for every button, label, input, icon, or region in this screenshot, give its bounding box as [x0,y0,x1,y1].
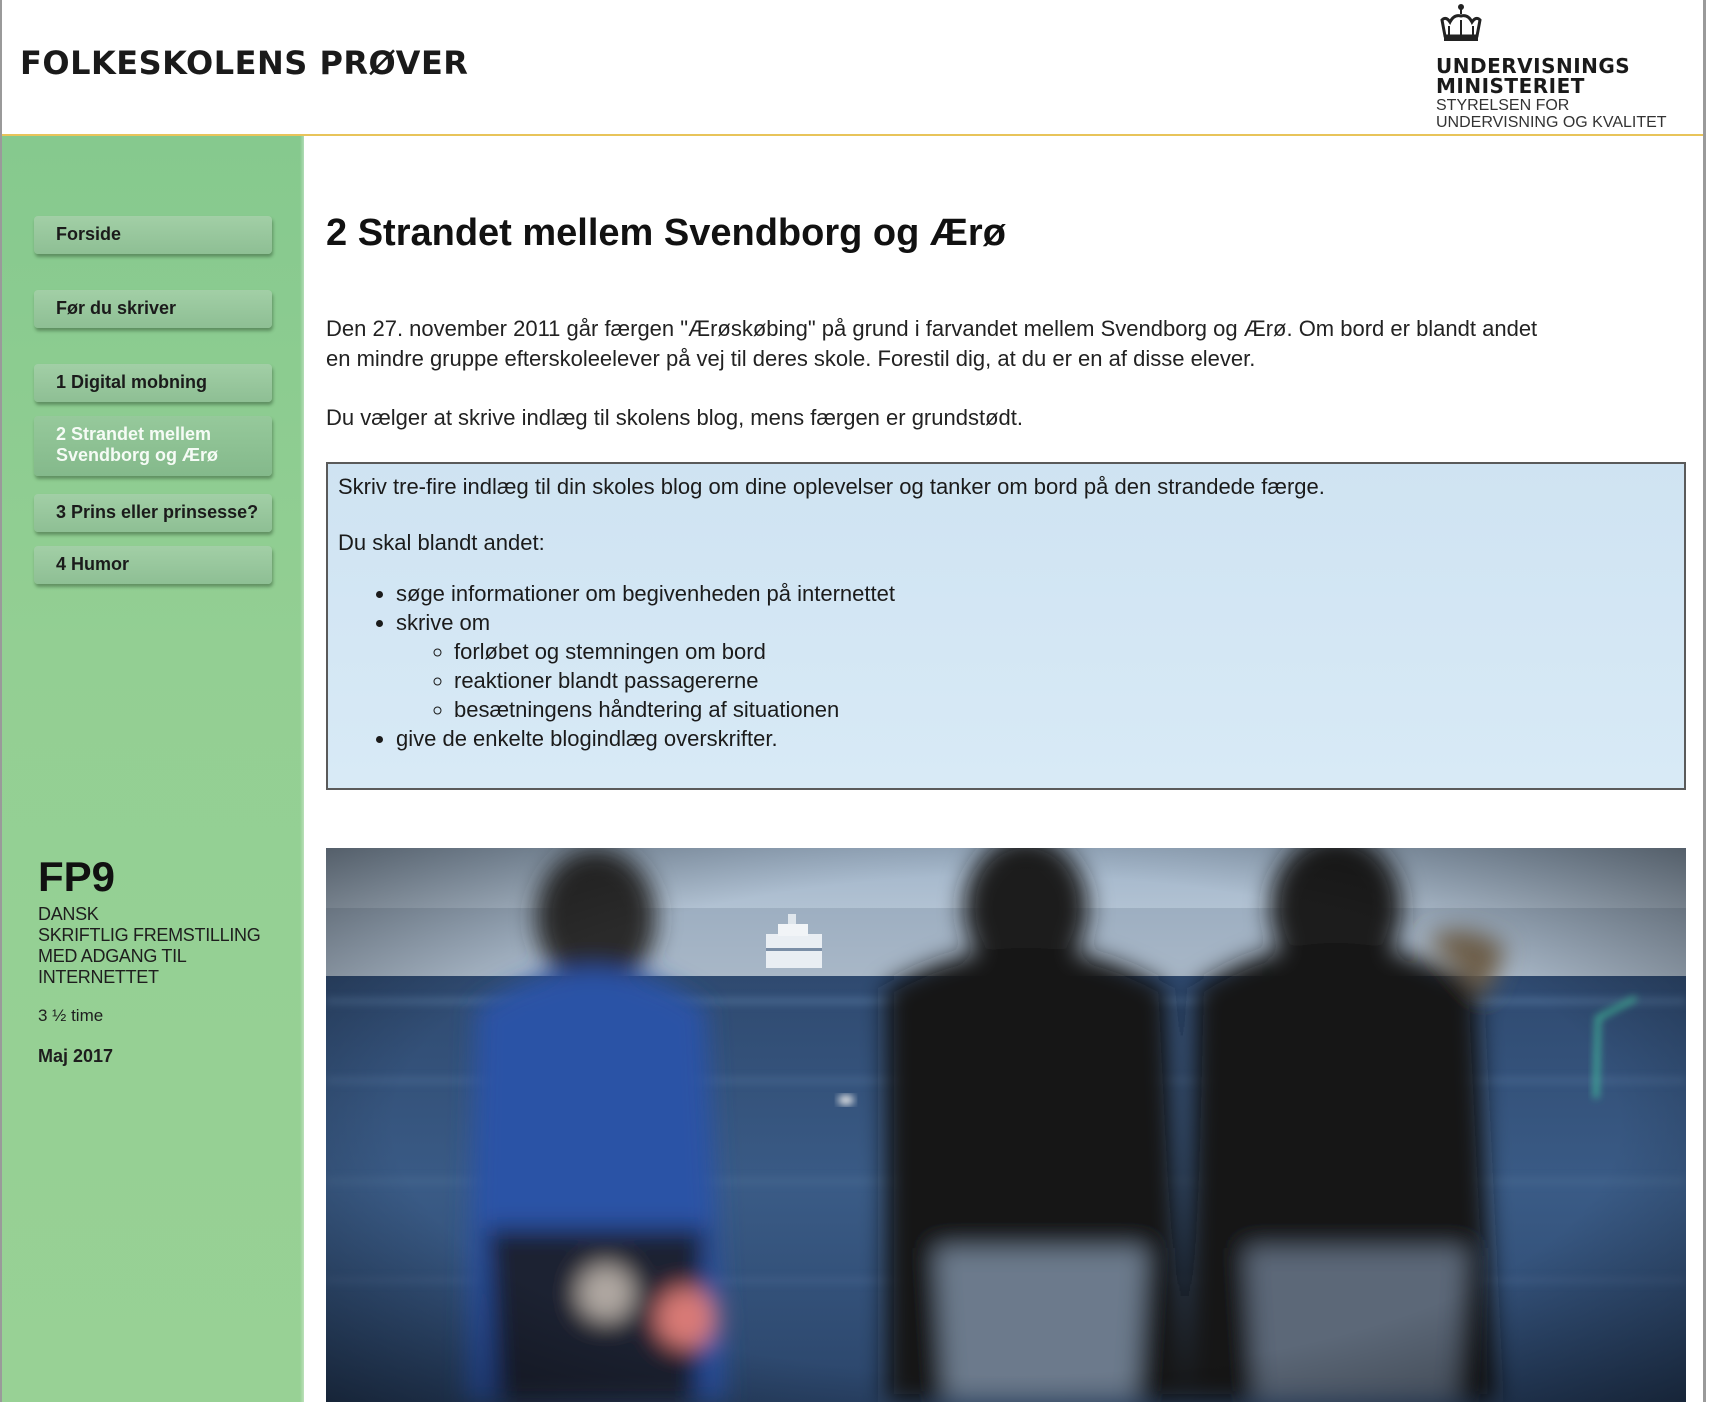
page-frame: FOLKESKOLENS PRØVER UNDERVISNINGS MINIST… [0,0,1706,1402]
nav-item-digital-mobning[interactable]: 1 Digital mobning [34,364,272,402]
task-list-item: give de enkelte blogindlæg overskrifter. [396,724,1674,753]
intro-paragraph: Den 27. november 2011 går færgen "Ærøskø… [326,314,1686,374]
task-box: Skriv tre-fire indlæg til din skoles blo… [326,462,1686,790]
exam-duration: 3 ½ time [38,1006,104,1025]
exam-date: Maj 2017 [38,1046,114,1066]
site-title[interactable]: FOLKESKOLENS PRØVER [20,44,468,82]
photo-people-watching-ferry [326,848,1686,1402]
task-list-item: søge informationer om begivenheden på in… [396,579,1674,608]
ministry-agency-line1: STYRELSEN FOR [1436,97,1570,114]
task-sub-list: forløbet og stemningen om bord reaktione… [396,637,1674,724]
intro-line: en mindre gruppe efterskoleelever på vej… [326,346,1256,371]
task-sub-list-item: forløbet og stemningen om bord [454,637,1674,666]
sidebar: Forside Før du skriver 1 Digital mobning… [2,136,304,1402]
task-list: søge informationer om begivenheden på in… [338,579,1674,753]
exam-description: DANSK SKRIFTLIG FREMSTILLING MED ADGANG … [38,904,288,988]
task-sub-list-item: reaktioner blandt passagererne [454,666,1674,695]
nav-item-humor[interactable]: 4 Humor [34,546,272,584]
exam-info: FP9 DANSK SKRIFTLIG FREMSTILLING MED ADG… [38,854,288,1067]
intro-text: Den 27. november 2011 går færgen "Ærøskø… [326,314,1686,433]
page-title: 2 Strandet mellem Svendborg og Ærø [326,212,1006,254]
photo-illustration [326,848,1686,1402]
ministry-name-line1: UNDERVISNINGS [1436,54,1631,78]
ministry-logo[interactable]: UNDERVISNINGS MINISTERIET STYRELSEN FOR … [1436,0,1703,134]
nav-item-prins-eller-prinsesse[interactable]: 3 Prins eller prinsesse? [34,494,272,532]
exam-desc-line: MED ADGANG TIL [38,946,187,966]
exam-desc-line: DANSK [38,904,99,924]
crown-icon [1440,4,1482,41]
exam-desc-line: INTERNETTET [38,967,159,987]
exam-desc-line: SKRIFTLIG FREMSTILLING [38,925,261,945]
nav-item-strandet[interactable]: 2 Strandet mellem Svendborg og Ærø [34,416,272,476]
ministry-agency-line2: UNDERVISNING OG KVALITET [1436,114,1667,131]
nav-item-forside[interactable]: Forside [34,216,272,254]
header: FOLKESKOLENS PRØVER UNDERVISNINGS MINIST… [2,0,1703,136]
task-list-item: skrive om forløbet og stemningen om bord… [396,608,1674,724]
main-content: 2 Strandet mellem Svendborg og Ærø Den 2… [304,136,1703,1402]
exam-code: FP9 [38,853,116,900]
intro-paragraph: Du vælger at skrive indlæg til skolens b… [326,405,1023,430]
task-sub-list-item: besætningens håndtering af situationen [454,695,1674,724]
task-list-item-label: skrive om [396,610,491,635]
intro-line: Den 27. november 2011 går færgen "Ærøskø… [326,316,1538,341]
task-instruction: Skriv tre-fire indlæg til din skoles blo… [338,474,1325,499]
ministry-name-line2: MINISTERIET [1436,74,1585,98]
task-sub-heading: Du skal blandt andet: [338,530,545,555]
nav-item-foer-du-skriver[interactable]: Før du skriver [34,290,272,328]
